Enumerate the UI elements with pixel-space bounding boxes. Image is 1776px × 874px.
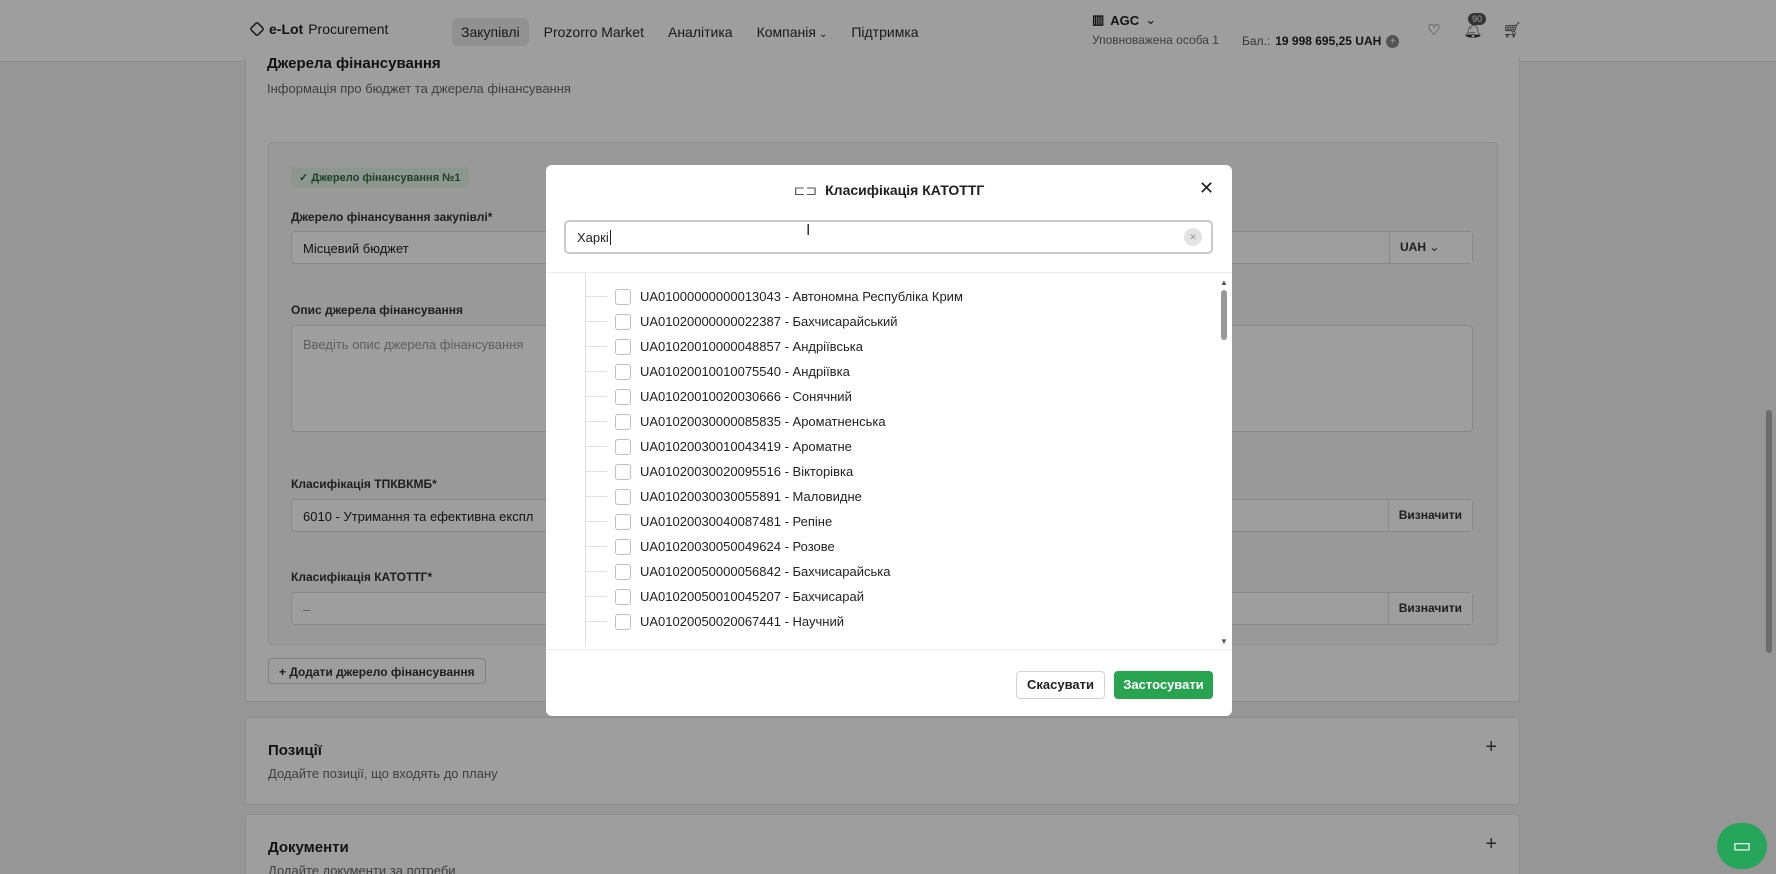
chat-icon[interactable]: ▭ <box>1717 823 1767 869</box>
list-item[interactable]: UA01020050000056842 - Бахчисарайська <box>585 559 890 584</box>
list-item[interactable]: UA01020030000085835 - Ароматненська <box>585 409 886 434</box>
tree-connector <box>585 421 607 422</box>
item-label: UA01020000000022387 - Бахчисарайський <box>640 314 898 329</box>
list-item[interactable]: UA01000000000013043 - Автономна Республі… <box>585 284 963 309</box>
item-checkbox[interactable] <box>615 488 631 505</box>
page-scrollbar[interactable] <box>1766 410 1772 653</box>
tree-connector <box>585 521 607 522</box>
item-label: UA01020010000048857 - Андріївська <box>640 339 863 354</box>
item-checkbox[interactable] <box>615 388 631 405</box>
item-checkbox[interactable] <box>615 463 631 480</box>
item-label: UA01020030000085835 - Ароматненська <box>640 414 886 429</box>
tree-connector <box>585 446 607 447</box>
list-item[interactable]: UA01020010010075540 - Андріївка <box>585 359 850 384</box>
modal-footer-divider <box>546 649 1232 650</box>
list-item[interactable]: UA01020030050049624 - Розове <box>585 534 835 559</box>
item-checkbox[interactable] <box>615 363 631 380</box>
item-label: UA01020050010045207 - Бахчисарай <box>640 589 864 604</box>
item-label: UA01020030020095516 - Вікторівка <box>640 464 854 479</box>
katottg-classification-modal: ⊏⊐ Класифікація КАТОТТГ ✕ Харкі ✕ I UA010… <box>546 165 1232 716</box>
item-checkbox[interactable] <box>615 563 631 580</box>
item-label: UA01020030050049624 - Розове <box>640 539 835 554</box>
item-label: UA01020010020030666 - Сонячний <box>640 389 852 404</box>
tree-connector <box>585 471 607 472</box>
search-value: Харкі <box>577 230 609 245</box>
item-checkbox[interactable] <box>615 413 631 430</box>
clear-search-icon[interactable]: ✕ <box>1184 228 1202 246</box>
list-item[interactable]: UA01020050010045207 - Бахчисарай <box>585 584 864 609</box>
item-checkbox[interactable] <box>615 613 631 630</box>
tree-connector <box>585 596 607 597</box>
list-item[interactable]: UA01020030010043419 - Ароматне <box>585 434 852 459</box>
item-checkbox[interactable] <box>615 438 631 455</box>
modal-header: ⊏⊐ Класифікація КАТОТТГ <box>546 182 1232 199</box>
list-item[interactable]: UA01020010020030666 - Сонячний <box>585 384 852 409</box>
signpost-icon: ⊏⊐ <box>793 182 818 198</box>
list-item[interactable]: UA01020010000048857 - Андріївська <box>585 334 863 359</box>
tree-connector <box>585 546 607 547</box>
item-label: UA01020050000056842 - Бахчисарайська <box>640 564 891 579</box>
list-scrollbar-thumb[interactable] <box>1221 290 1227 340</box>
tree-connector <box>585 346 607 347</box>
item-label: UA01020010010075540 - Андріївка <box>640 364 850 379</box>
item-label: UA01020030030055891 - Маловидне <box>640 489 862 504</box>
item-label: UA01020030040087481 - Репіне <box>640 514 833 529</box>
item-checkbox[interactable] <box>615 513 631 530</box>
item-checkbox[interactable] <box>615 538 631 555</box>
tree-connector <box>585 571 607 572</box>
tree-connector <box>585 496 607 497</box>
item-label: UA01020050020067441 - Научний <box>640 614 844 629</box>
apply-button[interactable]: Застосувати <box>1114 671 1213 699</box>
list-item[interactable]: UA01020000000022387 - Бахчисарайський <box>585 309 897 334</box>
list-item[interactable]: UA01020030020095516 - Вікторівка <box>585 459 853 484</box>
item-checkbox[interactable] <box>615 313 631 330</box>
tree-connector <box>585 371 607 372</box>
item-checkbox[interactable] <box>615 588 631 605</box>
tree-connector <box>585 321 607 322</box>
text-caret <box>609 230 611 245</box>
tree-connector <box>585 621 607 622</box>
item-checkbox[interactable] <box>615 288 631 305</box>
tree-connector <box>585 296 607 297</box>
item-checkbox[interactable] <box>615 338 631 355</box>
scroll-up-icon[interactable]: ▲ <box>1220 278 1228 287</box>
item-label: UA01000000000013043 - Автономна Республі… <box>640 289 963 304</box>
scroll-down-icon[interactable]: ▼ <box>1220 637 1228 646</box>
tree-connector <box>585 396 607 397</box>
katottg-tree-list: UA01000000000013043 - Автономна Республі… <box>546 273 1214 646</box>
katottg-search-input[interactable]: Харкі ✕ <box>564 220 1213 254</box>
text-cursor-icon: I <box>806 222 811 239</box>
list-item[interactable]: UA01020030040087481 - Репіне <box>585 509 832 534</box>
item-label: UA01020030010043419 - Ароматне <box>640 439 852 454</box>
list-item[interactable]: UA01020030030055891 - Маловидне <box>585 484 862 509</box>
list-item[interactable]: UA01020050020067441 - Научний <box>585 609 844 634</box>
cancel-button[interactable]: Скасувати <box>1016 671 1105 699</box>
close-icon[interactable]: ✕ <box>1199 178 1214 199</box>
modal-title: Класифікація КАТОТТГ <box>825 182 985 198</box>
